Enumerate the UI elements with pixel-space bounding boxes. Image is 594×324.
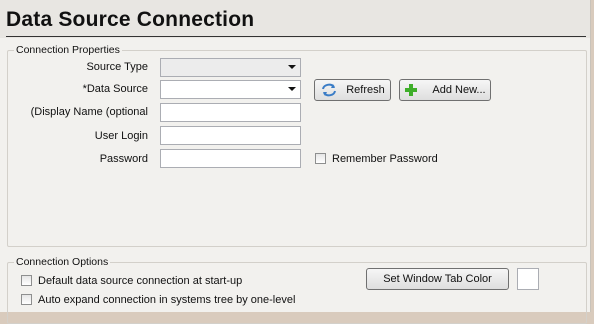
display-name-field[interactable] <box>160 103 301 122</box>
remember-password-checkbox[interactable] <box>315 153 326 164</box>
connection-options-legend: Connection Options <box>14 256 111 268</box>
data-source-label: *Data Source <box>82 83 148 95</box>
display-name-label: (Display Name (optional <box>30 106 148 118</box>
remember-password-label[interactable]: Remember Password <box>332 153 438 165</box>
tab-color-swatch[interactable] <box>517 268 539 290</box>
refresh-button[interactable]: Refresh <box>314 79 391 101</box>
chevron-down-icon[interactable] <box>288 87 296 91</box>
user-login-field[interactable] <box>160 126 301 145</box>
window-title: Data Source Connection <box>6 8 255 31</box>
title-bar: Data Source Connection <box>0 0 590 38</box>
auto-expand-label[interactable]: Auto expand connection in systems tree b… <box>38 294 295 306</box>
password-field[interactable] <box>160 149 301 168</box>
default-startup-label[interactable]: Default data source connection at start-… <box>38 275 242 287</box>
add-new-button[interactable]: Add New... <box>399 79 491 101</box>
connection-properties-legend: Connection Properties <box>14 44 122 56</box>
data-source-combo[interactable] <box>160 80 301 99</box>
password-label: Password <box>99 153 148 165</box>
user-login-label: User Login <box>94 130 148 142</box>
refresh-icon <box>322 83 337 97</box>
chevron-down-icon[interactable] <box>288 65 296 69</box>
refresh-button-label: Refresh <box>346 84 385 96</box>
set-window-tab-color-label: Set Window Tab Color <box>383 273 492 285</box>
set-window-tab-color-button[interactable]: Set Window Tab Color <box>366 268 509 290</box>
auto-expand-checkbox[interactable] <box>21 294 32 305</box>
default-startup-checkbox[interactable] <box>21 275 32 286</box>
source-type-label: Source Type <box>86 61 148 73</box>
green-plus-icon <box>405 84 418 96</box>
add-new-button-label: Add New... <box>432 84 486 96</box>
data-source-connection-window: Data Source Connection Connection Proper… <box>0 0 591 324</box>
title-divider <box>6 36 586 37</box>
source-type-combo[interactable] <box>160 58 301 77</box>
